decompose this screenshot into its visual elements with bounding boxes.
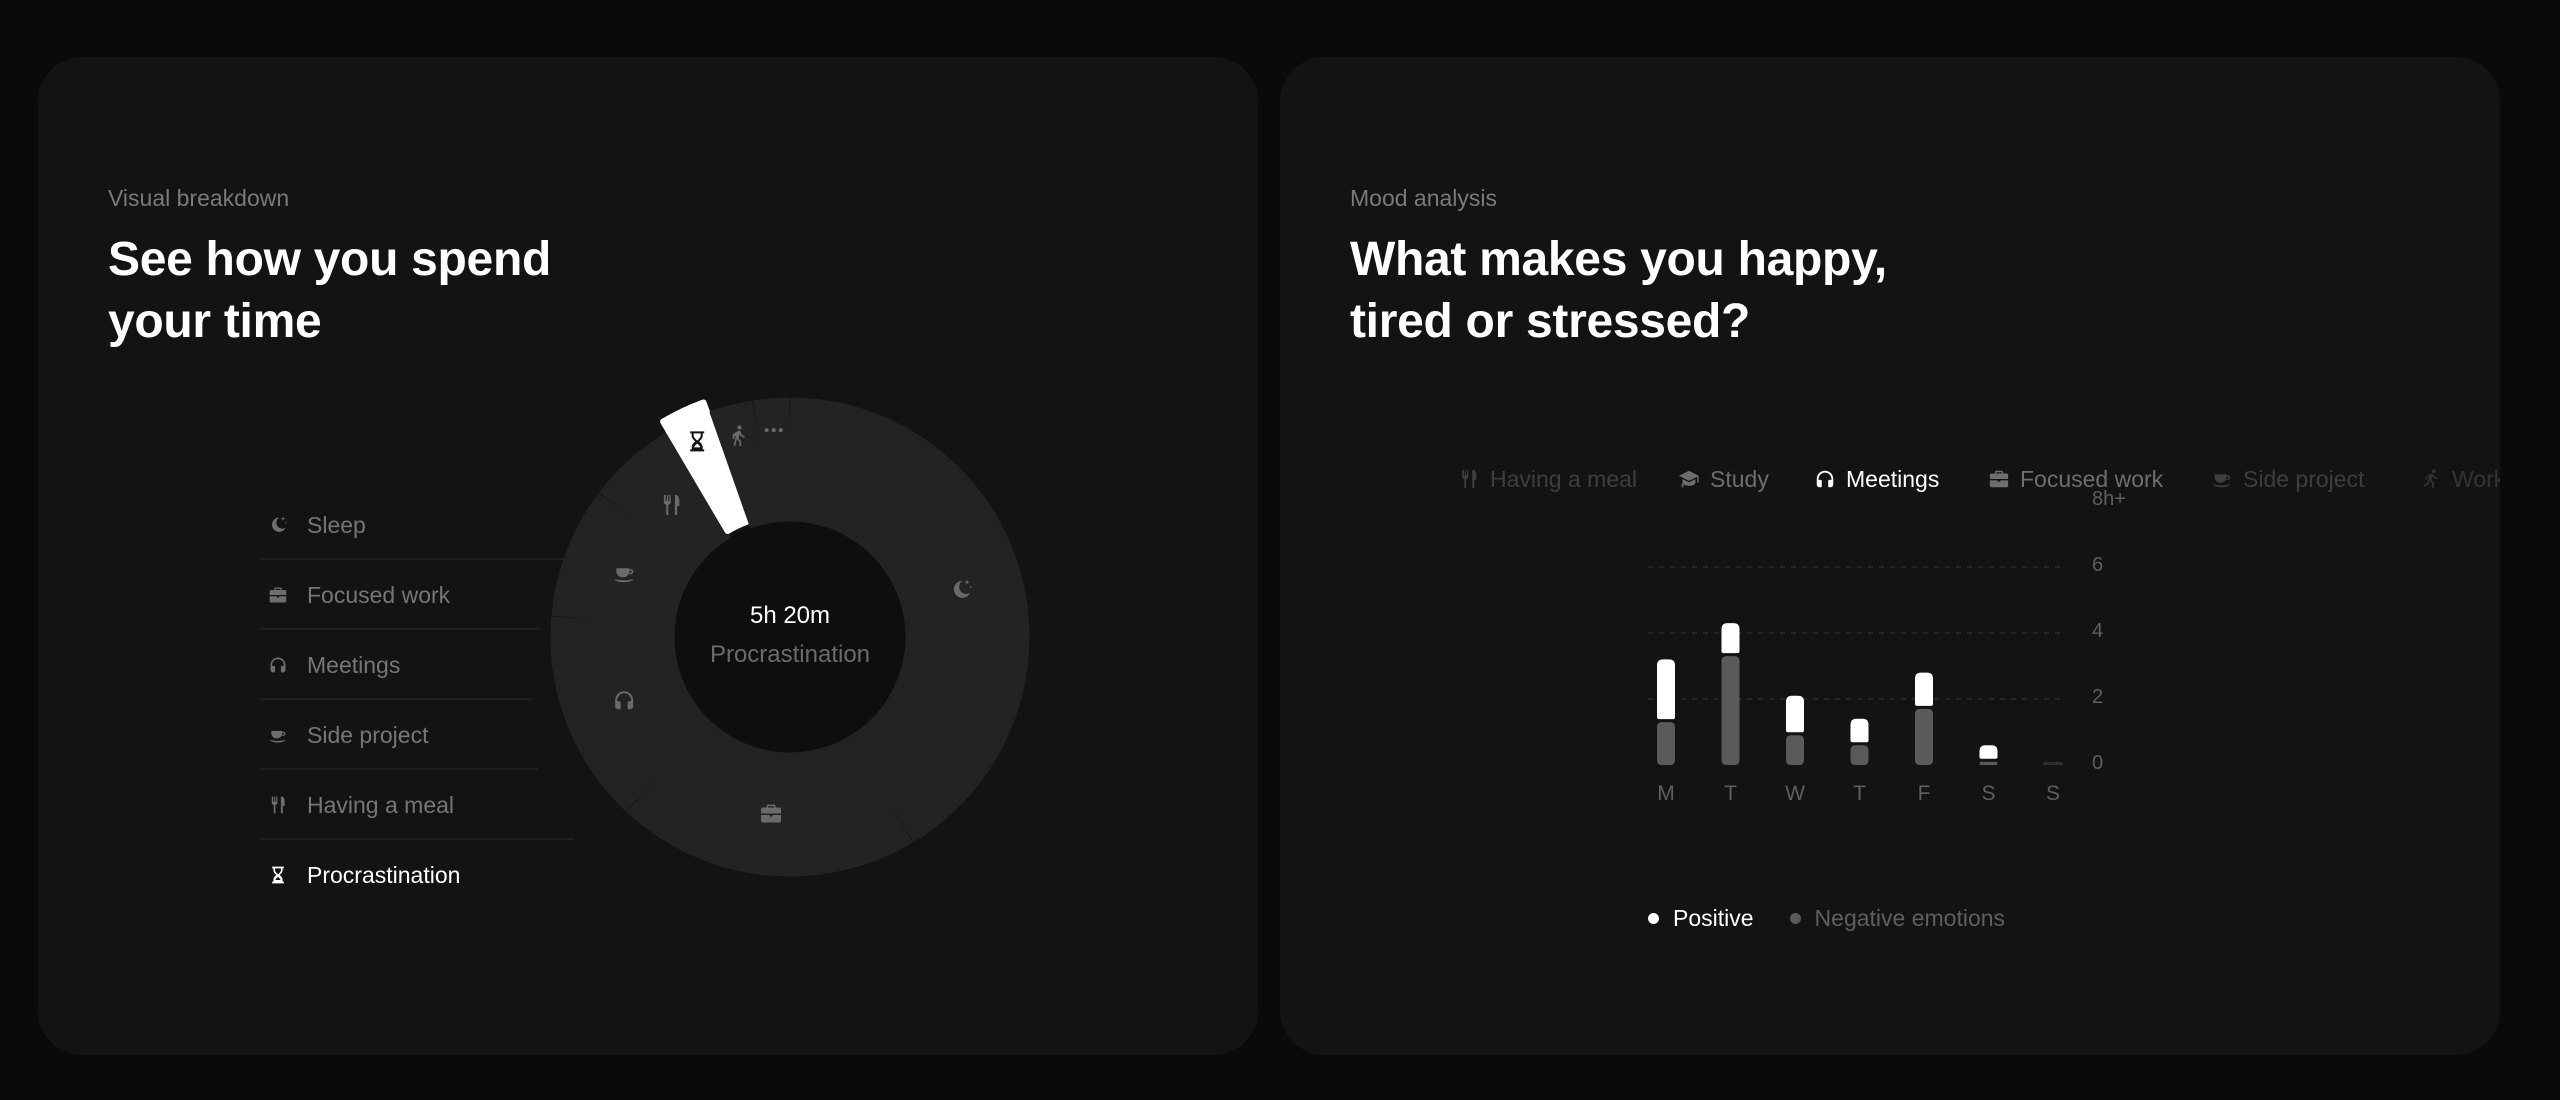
legend-item-label: Sleep [307,511,366,538]
legend-item-label: Side project [307,721,429,748]
bar-negative[interactable] [1850,745,1869,765]
legend-item-having-a-meal[interactable]: Having a meal [260,770,610,840]
legend-item-label: Procrastination [307,861,461,888]
negative-dot-icon [1789,913,1801,924]
legend-positive[interactable]: Positive [1648,905,1754,932]
legend-item-label: Having a meal [307,791,455,818]
moon-stars-icon [266,513,290,537]
hourglass-icon [266,863,290,887]
legend-item-label: Focused work [307,581,451,608]
y-tick-label: 0 [2092,752,2104,774]
y-tick-label: 4 [2092,620,2104,642]
bar-positive[interactable] [1979,745,1998,759]
x-tick-label: S [2045,782,2060,805]
bar-negative[interactable] [1786,735,1804,765]
fork-knife-icon [266,793,290,817]
category-legend-list: Sleep Focused work Meetings Side project… [260,490,610,910]
bar-positive[interactable] [1657,659,1675,720]
legend-label: Negative emotions [1814,905,2006,931]
section-eyebrow: Visual breakdown [108,185,290,211]
coffee-cup-icon [266,723,290,747]
positive-dot-icon [1648,913,1659,924]
title-line: your time [108,295,322,348]
briefcase-icon [266,583,290,607]
section-title: See how you spend your time [108,229,551,353]
bar-positive[interactable] [1915,672,1933,706]
bar-negative[interactable] [1915,708,1933,765]
legend-negative-emotions[interactable]: Negative emotions [1789,905,2006,932]
time-breakdown-card: Visual breakdown See how you spend your … [38,57,1258,1055]
y-tick-label: 2 [2092,686,2104,708]
donut-center-value: 5h 20m [749,602,831,629]
donut-center-label: Procrastination [709,641,871,668]
bar-negative[interactable] [1657,722,1675,765]
x-tick-label: F [1917,782,1931,805]
x-tick-label: T [1724,782,1737,805]
legend-item-procrastination[interactable]: Procrastination [260,840,610,910]
x-tick-label: S [1981,782,1996,805]
mood-chart-legend: Positive Negative emotions [1648,905,2041,932]
legend-label: Positive [1673,905,1754,931]
x-tick-label: M [1657,782,1675,805]
title-line: See how you spend [108,233,551,286]
bar-positive[interactable] [1721,623,1740,654]
x-tick-label: T [1853,782,1866,805]
headphones-icon [266,653,290,677]
mood-analysis-card: Mood analysis What makes you happy, tire… [1280,57,2500,1055]
x-tick-label: W [1785,782,1805,805]
bar-positive[interactable] [1786,695,1804,733]
legend-item-label: Meetings [307,651,401,678]
bar-negative[interactable] [1721,656,1740,765]
bar-empty[interactable] [2043,762,2063,765]
bar-positive[interactable] [1850,718,1869,743]
bar-negative[interactable] [1979,761,1998,765]
legend-item-sleep[interactable]: Sleep [260,490,610,560]
legend-item-side-project[interactable]: Side project [260,700,610,770]
y-tick-label: 6 [2092,554,2104,576]
y-tick-label: 8h+ [2092,488,2126,510]
